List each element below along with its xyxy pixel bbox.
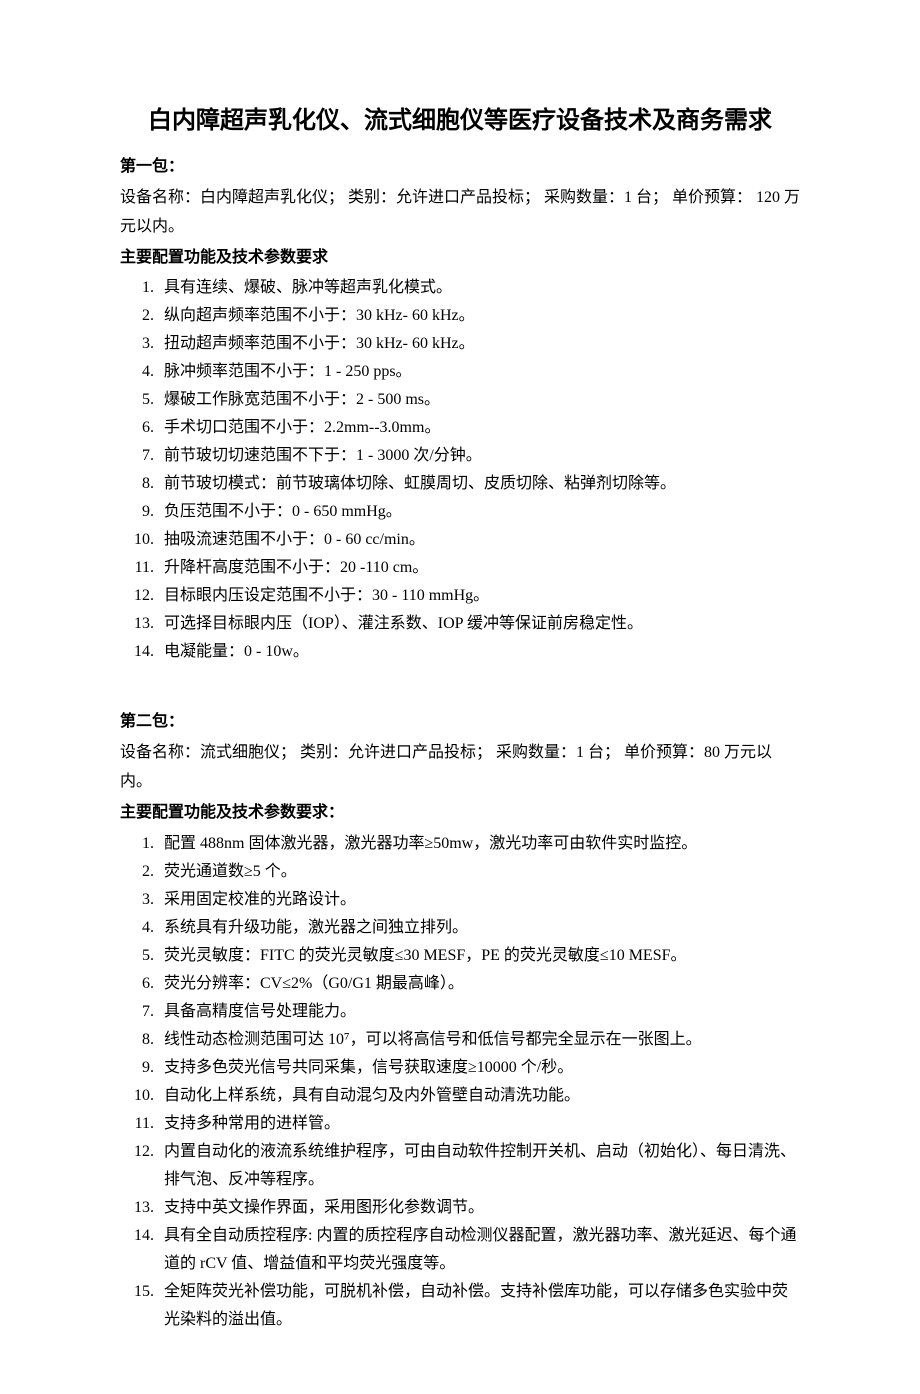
- list-item: 目标眼内压设定范围不小于：30 - 110 mmHg。: [158, 582, 800, 610]
- list-item: 具有连续、爆破、脉冲等超声乳化模式。: [158, 274, 800, 302]
- list-item: 前节玻切切速范围不下于：1 - 3000 次/分钟。: [158, 442, 800, 470]
- package-1-label: 第一包：: [120, 153, 800, 182]
- list-item: 抽吸流速范围不小于：0 - 60 cc/min。: [158, 526, 800, 554]
- list-item: 自动化上样系统，具有自动混匀及内外管壁自动清洗功能。: [158, 1082, 800, 1110]
- list-item: 线性动态检测范围可达 10⁷，可以将高信号和低信号都完全显示在一张图上。: [158, 1026, 800, 1054]
- list-item: 手术切口范围不小于：2.2mm--3.0mm。: [158, 414, 800, 442]
- list-item: 配置 488nm 固体激光器，激光器功率≥50mw，激光功率可由软件实时监控。: [158, 830, 800, 858]
- list-item: 内置自动化的液流系统维护程序，可由自动软件控制开关机、启动（初始化）、每日清洗、…: [158, 1138, 800, 1194]
- list-item: 纵向超声频率范围不小于：30 kHz- 60 kHz。: [158, 302, 800, 330]
- list-item: 爆破工作脉宽范围不小于：2 - 500 ms。: [158, 386, 800, 414]
- list-item: 荧光灵敏度：FITC 的荧光灵敏度≤30 MESF，PE 的荧光灵敏度≤10 M…: [158, 942, 800, 970]
- list-item: 前节玻切模式：前节玻璃体切除、虹膜周切、皮质切除、粘弹剂切除等。: [158, 470, 800, 498]
- list-item: 升降杆高度范围不小于：20 -110 cm。: [158, 554, 800, 582]
- list-item: 支持中英文操作界面，采用图形化参数调节。: [158, 1194, 800, 1222]
- package-2-info: 设备名称：流式细胞仪； 类别：允许进口产品投标； 采购数量：1 台； 单价预算：…: [120, 739, 800, 797]
- list-item: 具有全自动质控程序: 内置的质控程序自动检测仪器配置，激光器功率、激光延迟、每个…: [158, 1222, 800, 1278]
- list-item: 负压范围不小于：0 - 650 mmHg。: [158, 498, 800, 526]
- list-item: 脉冲频率范围不小于：1 - 250 pps。: [158, 358, 800, 386]
- package-1-info: 设备名称：白内障超声乳化仪； 类别：允许进口产品投标； 采购数量：1 台； 单价…: [120, 184, 800, 242]
- list-item: 扭动超声频率范围不小于：30 kHz- 60 kHz。: [158, 330, 800, 358]
- list-item: 系统具有升级功能，激光器之间独立排列。: [158, 914, 800, 942]
- list-item: 可选择目标眼内压（IOP）、灌注系数、IOP 缓冲等保证前房稳定性。: [158, 610, 800, 638]
- list-item: 荧光分辨率：CV≤2%（G0/G1 期最高峰）。: [158, 970, 800, 998]
- list-item: 支持多色荧光信号共同采集，信号获取速度≥10000 个/秒。: [158, 1054, 800, 1082]
- package-1-spec-list: 具有连续、爆破、脉冲等超声乳化模式。 纵向超声频率范围不小于：30 kHz- 6…: [120, 274, 800, 666]
- package-2-spec-list: 配置 488nm 固体激光器，激光器功率≥50mw，激光功率可由软件实时监控。 …: [120, 830, 800, 1334]
- list-item: 具备高精度信号处理能力。: [158, 998, 800, 1026]
- package-2-label: 第二包：: [120, 708, 800, 737]
- list-item: 采用固定校准的光路设计。: [158, 886, 800, 914]
- document-title: 白内障超声乳化仪、流式细胞仪等医疗设备技术及商务需求: [120, 100, 800, 143]
- list-item: 全矩阵荧光补偿功能，可脱机补偿，自动补偿。支持补偿库功能，可以存储多色实验中荧光…: [158, 1278, 800, 1334]
- list-item: 电凝能量：0 - 10w。: [158, 638, 800, 666]
- list-item: 支持多种常用的进样管。: [158, 1110, 800, 1138]
- list-item: 荧光通道数≥5 个。: [158, 858, 800, 886]
- package-2-config-heading: 主要配置功能及技术参数要求：: [120, 799, 800, 828]
- package-1-config-heading: 主要配置功能及技术参数要求: [120, 244, 800, 273]
